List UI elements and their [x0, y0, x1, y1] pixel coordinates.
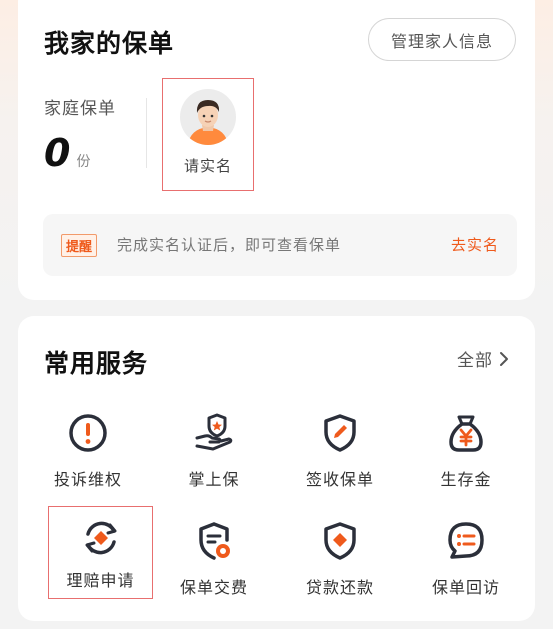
service-sign-policy[interactable]: 签收保单	[288, 408, 392, 500]
avatar	[180, 89, 236, 145]
service-label: 理赔申请	[66, 571, 135, 590]
policy-count-unit: 份	[76, 154, 91, 170]
reminder-banner: 提醒 完成实名认证后，即可查看保单 去实名	[43, 214, 517, 276]
manage-family-info-button[interactable]: 管理家人信息	[368, 18, 516, 61]
service-survival-fund[interactable]: 生存金	[414, 408, 518, 500]
service-mobile-insurance[interactable]: 掌上保	[162, 408, 266, 500]
vertical-divider	[146, 98, 147, 168]
avatar-figure-icon	[188, 100, 228, 145]
service-label: 签收保单	[305, 470, 374, 489]
policy-card-title: 我家的保单	[44, 29, 175, 58]
go-verify-link[interactable]: 去实名	[451, 234, 499, 257]
service-claim-application[interactable]: 理赔申请	[48, 506, 153, 599]
service-label: 保单回访	[431, 578, 500, 597]
verify-name-label: 请实名	[183, 157, 232, 175]
reminder-text: 完成实名认证后，即可查看保单	[117, 236, 342, 254]
service-label: 保单交费	[179, 578, 248, 597]
chevron-right-icon	[500, 351, 508, 366]
policy-count-value: 0	[44, 131, 71, 175]
family-policy-label: 家庭保单	[44, 99, 116, 119]
service-complaint[interactable]: 投诉维权	[36, 408, 140, 500]
document-pay-icon	[199, 522, 230, 560]
hand-shield-icon	[195, 413, 233, 451]
service-premium-payment[interactable]: 保单交费	[162, 516, 266, 608]
member-verify-button[interactable]: 请实名	[162, 78, 254, 191]
service-label: 贷款还款	[305, 578, 374, 597]
view-all-label: 全部	[457, 351, 493, 371]
money-bag-icon	[449, 415, 483, 452]
family-policy-card: 我家的保单 管理家人信息 家庭保单 0 份 请实名 提醒 完成实名认证后，即可查…	[18, 0, 535, 300]
policy-count: 0 份	[44, 134, 90, 172]
shield-pen-icon	[324, 414, 356, 452]
service-label: 掌上保	[188, 470, 240, 489]
services-card-title: 常用服务	[44, 349, 149, 378]
reminder-tag: 提醒	[61, 234, 98, 257]
service-label: 生存金	[440, 470, 492, 489]
service-policy-revisit[interactable]: 保单回访	[414, 516, 518, 608]
common-services-card: 常用服务 全部 投诉维权 掌上保 签收保单 生存金 理赔申请 保单交费 贷款还款…	[18, 316, 535, 621]
claim-cycle-icon	[85, 521, 116, 555]
exclamation-circle-icon	[69, 414, 107, 452]
view-all-link[interactable]: 全部	[457, 346, 509, 371]
service-loan-repayment[interactable]: 贷款还款	[288, 516, 392, 608]
shield-loan-icon	[324, 522, 356, 560]
chat-list-icon	[448, 522, 484, 559]
service-label: 投诉维权	[53, 470, 122, 489]
